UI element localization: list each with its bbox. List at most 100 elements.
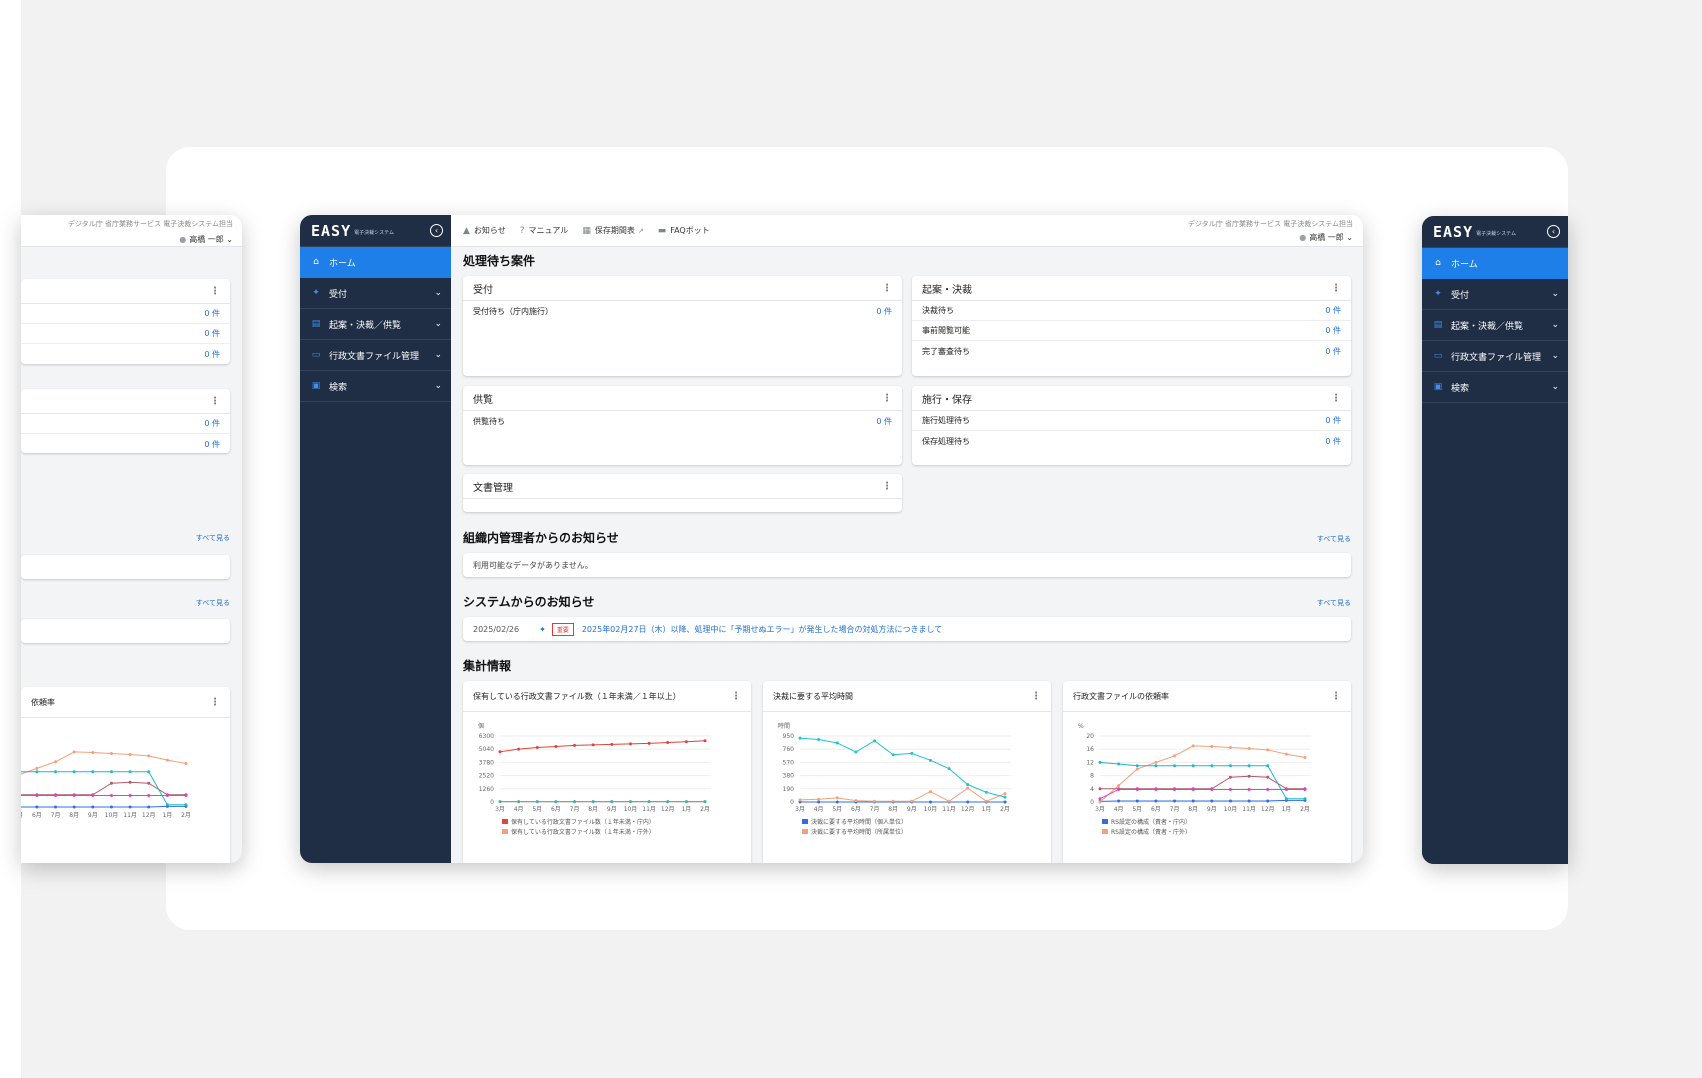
data-point — [1191, 744, 1195, 748]
y-tick-label: 760 — [783, 746, 795, 753]
kebab-menu-icon[interactable]: ⋮ — [1331, 691, 1341, 702]
header-faq-bot-link[interactable]: ▬ FAQボット — [658, 225, 710, 236]
notice-link[interactable]: 2025年02月27日（木）以降、処理中に「予期せぬエラー」が発生した場合の対処… — [582, 624, 942, 635]
sidebar-item-reception[interactable]: ✦ 受付 ⌄ — [300, 278, 451, 309]
row-label: 完了審査待ち — [922, 346, 970, 356]
count-value[interactable]: 0 件 — [1325, 325, 1341, 336]
sidebar-item-home[interactable]: ⌂ ホーム — [1422, 248, 1568, 279]
kebab-menu-icon[interactable]: ⋮ — [731, 691, 741, 702]
count-value[interactable]: 0 件 — [1325, 305, 1341, 316]
x-tick-label: 7月 — [870, 806, 880, 813]
header-retention-table-link[interactable]: ▦ 保存期間表 ↗ — [582, 225, 643, 236]
sidebar-item-approval[interactable]: ▤ 起案・決裁／供覧 ⌄ — [300, 309, 451, 340]
kebab-menu-icon[interactable]: ⋮ — [1331, 393, 1341, 404]
kebab-menu-icon[interactable]: ⋮ — [210, 286, 220, 297]
chart-card-request-rate: 行政文書ファイルの依頼率 ⋮ % 0 4 8 12 16 20 3月 4月 5月 6月 7月 8月 9月 10… — [1063, 681, 1351, 863]
data-point — [1003, 792, 1007, 796]
list-item[interactable]: 決裁待ち 0 件 — [912, 301, 1351, 321]
see-all-link[interactable]: すべて見る — [196, 533, 230, 543]
sidebar-item-file-management[interactable]: ▭ 行政文書ファイル管理 ⌄ — [300, 340, 451, 371]
data-point — [1210, 745, 1214, 749]
data-point — [147, 805, 151, 809]
data-point — [1228, 764, 1232, 768]
data-point — [184, 793, 188, 797]
chart-title: 保有している行政文書ファイル数（１年未満／１年以上） — [473, 691, 681, 701]
kebab-menu-icon[interactable]: ⋮ — [882, 283, 892, 294]
x-tick-label: 4月 — [514, 806, 524, 813]
kebab-menu-icon[interactable]: ⋮ — [882, 393, 892, 404]
chart-title: 行政文書ファイルの依頼率 — [1073, 691, 1169, 701]
data-point — [72, 750, 76, 754]
y-tick-label: 0 — [790, 799, 794, 806]
header-notifications-link[interactable]: ▲ お知らせ — [463, 225, 506, 236]
count-value[interactable]: 0 件 — [204, 418, 220, 429]
list-item[interactable]: 供覧待ち 0 件 — [463, 411, 902, 431]
count-value[interactable]: 0 件 — [204, 439, 220, 450]
legend-label: RS設定の構成（責者・庁内） — [1111, 818, 1191, 826]
preview-left-panel-enforcement: ⋮ 0 件 0 件 — [21, 389, 230, 453]
sidebar-item-approval[interactable]: ▤ 起案・決裁／供覧 ⌄ — [1422, 310, 1568, 341]
x-tick-label: 2月 — [700, 806, 710, 813]
see-all-link[interactable]: すべて見る — [1317, 534, 1351, 544]
kebab-menu-icon[interactable]: ⋮ — [1031, 691, 1041, 702]
legend-swatch — [502, 829, 508, 834]
see-all-link[interactable]: すべて見る — [196, 598, 230, 608]
list-item[interactable]: 事前閲覧可能 0 件 — [912, 321, 1351, 341]
user-menu[interactable]: ● 高橋 一郎 ⌄ — [179, 234, 233, 245]
count-value[interactable]: 0 件 — [1325, 415, 1341, 426]
count-value[interactable]: 0 件 — [1325, 436, 1341, 447]
data-point — [54, 760, 58, 764]
sidebar-item-search[interactable]: ▣ 検索 ⌄ — [1422, 372, 1568, 403]
x-tick-label: 5月 — [21, 812, 23, 819]
data-point — [966, 786, 970, 790]
header-manual-link[interactable]: ? マニュアル — [520, 225, 569, 236]
kebab-menu-icon[interactable]: ⋮ — [882, 481, 892, 492]
sidebar-item-reception[interactable]: ✦ 受付 ⌄ — [1422, 279, 1568, 310]
list-item[interactable]: 施行処理待ち 0 件 — [912, 411, 1351, 431]
chevron-down-icon: ⌄ — [434, 350, 442, 360]
preview-left-org-notice — [21, 555, 230, 579]
empty-message: 利用可能なデータがありません。 — [473, 560, 593, 570]
sidebar-item-home[interactable]: ⌂ ホーム — [300, 247, 451, 278]
data-point — [1284, 797, 1288, 801]
list-item[interactable]: 受付待ち（庁内施行） 0 件 — [463, 301, 902, 321]
data-point — [109, 793, 113, 797]
data-point — [91, 751, 95, 755]
count-value[interactable]: 0 件 — [1325, 346, 1341, 357]
list-item[interactable]: 保存処理待ち 0 件 — [912, 431, 1351, 451]
data-point — [1173, 764, 1177, 768]
y-tick-label: 2520 — [479, 773, 494, 780]
kebab-menu-icon[interactable]: ⋮ — [1331, 283, 1341, 294]
see-all-link[interactable]: すべて見る — [1317, 598, 1351, 608]
sidebar-item-search[interactable]: ▣ 検索 ⌄ — [300, 371, 451, 402]
system-notice-item[interactable]: 2025/02/26 ✦ 重要 2025年02月27日（木）以降、処理中に「予期… — [463, 617, 1351, 641]
count-value[interactable]: 0 件 — [204, 349, 220, 360]
data-point — [1303, 787, 1307, 791]
user-menu[interactable]: ● 高橋 一郎 ⌄ — [1188, 232, 1353, 243]
logo-subtitle: 電子決裁システム — [1476, 231, 1516, 237]
data-point — [1210, 787, 1214, 791]
data-point — [798, 798, 802, 802]
count-value[interactable]: 0 件 — [876, 306, 892, 317]
x-tick-label: 4月 — [814, 806, 824, 813]
data-point — [165, 803, 169, 807]
data-point — [128, 780, 132, 784]
sidebar-item-file-management[interactable]: ▭ 行政文書ファイル管理 ⌄ — [1422, 341, 1568, 372]
x-tick-label: 11月 — [123, 812, 137, 819]
data-point — [610, 742, 614, 746]
count-value[interactable]: 0 件 — [204, 308, 220, 319]
logo: EASY — [311, 221, 352, 240]
kebab-menu-icon[interactable]: ⋮ — [210, 396, 220, 407]
data-point — [1117, 784, 1121, 787]
collapse-sidebar-icon[interactable]: ‹ — [430, 224, 443, 237]
collapse-sidebar-icon[interactable]: ‹ — [1547, 225, 1560, 238]
x-tick-label: 5月 — [832, 806, 842, 813]
kebab-menu-icon[interactable]: ⋮ — [210, 697, 220, 708]
data-point — [1228, 746, 1232, 750]
count-value[interactable]: 0 件 — [876, 416, 892, 427]
data-point — [984, 790, 988, 794]
list-item[interactable]: 完了審査待ち 0 件 — [912, 341, 1351, 361]
count-value[interactable]: 0 件 — [204, 328, 220, 339]
pin-icon: ✦ — [312, 288, 320, 298]
data-point — [1303, 755, 1307, 759]
